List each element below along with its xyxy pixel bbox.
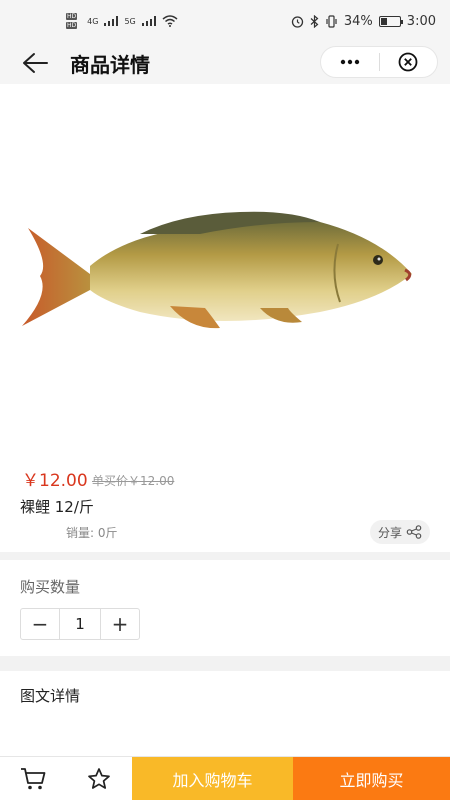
- battery-fill: [380, 17, 387, 25]
- hd-indicators: HD HD: [66, 13, 78, 29]
- favorite-button[interactable]: [66, 757, 132, 800]
- battery-percent: 34%: [343, 13, 373, 29]
- nav-bar: 商品详情: [0, 42, 450, 84]
- decrease-button[interactable]: −: [21, 609, 59, 639]
- hd-badge: HD: [66, 13, 78, 20]
- status-right: 34% 3:00: [291, 14, 436, 29]
- sales-count: 销量: 0斤: [66, 526, 118, 540]
- product-name: 裸鲤 12/斤: [20, 498, 94, 516]
- alarm-icon: [291, 15, 304, 28]
- network-type-label: 5G: [124, 16, 136, 26]
- clock: 3:00: [406, 13, 436, 29]
- status-left: HD HD 4G 5G: [66, 13, 178, 29]
- more-button[interactable]: [321, 47, 379, 77]
- quantity-card: 购买数量 − 1 +: [0, 560, 450, 656]
- detail-title: 图文详情: [20, 687, 81, 705]
- page-title: 商品详情: [70, 52, 150, 77]
- signal-icon: [141, 16, 156, 26]
- wifi-icon: [162, 15, 178, 27]
- buy-now-button[interactable]: 立即购买: [293, 757, 450, 800]
- status-bar: HD HD 4G 5G 34% 3:00: [0, 0, 450, 42]
- arrow-left-icon: [23, 53, 48, 73]
- signal-icon: [104, 16, 119, 26]
- close-circle-icon: [398, 52, 418, 72]
- quantity-label: 购买数量: [20, 578, 81, 596]
- share-button[interactable]: 分享: [369, 520, 430, 544]
- product-image[interactable]: [0, 84, 450, 464]
- detail-card: 图文详情: [0, 671, 450, 756]
- more-dots-icon: [340, 59, 359, 65]
- battery-icon: [378, 15, 403, 27]
- bluetooth-icon: [310, 14, 319, 28]
- product-info-card: ￥12.00 单买价￥12.00 裸鲤 12/斤 销量: 0斤 分享: [0, 456, 450, 552]
- add-to-cart-button[interactable]: 加入购物车: [132, 757, 293, 800]
- bottom-action-bar: 加入购物车 立即购买: [0, 756, 450, 800]
- vibrate-icon: [326, 14, 337, 28]
- original-price: 单买价￥12.00: [92, 474, 175, 488]
- hd-badge: HD: [66, 22, 78, 29]
- quantity-value[interactable]: 1: [59, 609, 101, 639]
- carp-fish-image: [22, 211, 412, 329]
- network-type-label: 4G: [87, 16, 99, 26]
- close-button[interactable]: [380, 47, 438, 77]
- product-price: ￥12.00: [22, 471, 88, 491]
- share-icon: [406, 525, 422, 539]
- cart-button[interactable]: [0, 757, 66, 800]
- quantity-stepper: − 1 +: [20, 608, 140, 640]
- increase-button[interactable]: +: [101, 609, 139, 639]
- back-button[interactable]: [0, 42, 70, 84]
- cart-icon: [21, 768, 46, 790]
- share-label: 分享: [377, 525, 402, 540]
- mini-program-capsule: [320, 46, 438, 78]
- star-icon: [88, 768, 110, 789]
